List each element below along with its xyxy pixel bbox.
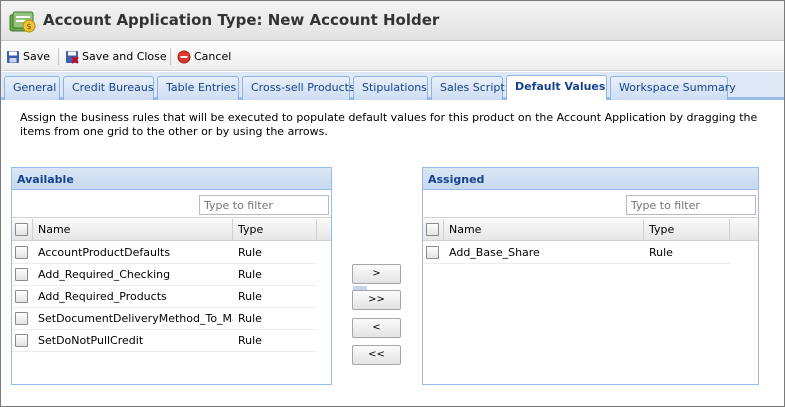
table-row[interactable]: SetDocumentDeliveryMethod_To_Mail Rule xyxy=(12,308,317,330)
tab-table-entries[interactable]: Table Entries xyxy=(157,76,239,100)
table-row[interactable]: SetDoNotPullCredit Rule xyxy=(12,330,317,352)
rule-name: SetDoNotPullCredit xyxy=(38,334,144,347)
table-row[interactable]: AccountProductDefaults Rule xyxy=(12,242,317,264)
tab-sales-script[interactable]: Sales Script xyxy=(431,76,505,100)
svg-text:$: $ xyxy=(26,22,31,31)
rule-type: Rule xyxy=(238,246,262,259)
row-checkbox[interactable] xyxy=(15,312,28,325)
move-right-button[interactable]: > xyxy=(352,264,401,284)
account-application-icon: $ xyxy=(9,11,36,33)
type-column-header[interactable]: Type xyxy=(233,219,317,241)
instructions-text: Assign the business rules that will be e… xyxy=(20,111,758,138)
save-and-close-button[interactable]: Save and Close xyxy=(65,47,167,66)
select-all-checkbox[interactable] xyxy=(15,223,28,236)
type-column-header[interactable]: Type xyxy=(644,219,730,241)
available-grid: Available Name Type AccountProductDefaul… xyxy=(11,167,332,385)
table-row[interactable]: Add_Base_Share Rule xyxy=(423,242,730,264)
save-and-close-label: Save and Close xyxy=(82,50,167,63)
tab-workspace-summary[interactable]: Workspace Summary xyxy=(610,76,736,100)
rule-type: Rule xyxy=(238,268,262,281)
tab-default-values[interactable]: Default Values xyxy=(506,75,607,101)
toolbar-divider xyxy=(170,48,171,65)
select-all-column xyxy=(423,219,444,241)
tab-cross-sell-products[interactable]: Cross-sell Products xyxy=(242,76,355,100)
rule-name: Add_Required_Checking xyxy=(38,268,171,281)
tab-stipulations[interactable]: Stipulations xyxy=(353,76,428,100)
default-values-panel: Assign the business rules that will be e… xyxy=(1,100,784,406)
available-filter-input[interactable] xyxy=(199,195,329,215)
available-grid-title: Available xyxy=(12,168,331,190)
row-checkbox[interactable] xyxy=(15,334,28,347)
move-left-button[interactable]: < xyxy=(352,318,401,338)
row-checkbox[interactable] xyxy=(15,246,28,259)
move-all-right-button[interactable]: >> xyxy=(352,290,401,310)
application-window: $ Account Application Type: New Account … xyxy=(0,0,785,407)
rule-type: Rule xyxy=(238,290,262,303)
assigned-grid: Assigned Name Type Add_Base_Share Rule xyxy=(422,167,759,385)
rule-type: Rule xyxy=(649,246,673,259)
select-all-checkbox[interactable] xyxy=(426,223,439,236)
name-column-header[interactable]: Name xyxy=(33,219,233,241)
tab-general[interactable]: General xyxy=(4,76,60,100)
table-row[interactable]: Add_Required_Products Rule xyxy=(12,286,317,308)
available-filter-bar xyxy=(12,191,331,218)
assigned-grid-header: Name Type xyxy=(423,219,758,241)
tab-credit-bureaus[interactable]: Credit Bureaus xyxy=(63,76,154,100)
name-column-header[interactable]: Name xyxy=(444,219,644,241)
window-title: Account Application Type: New Account Ho… xyxy=(43,11,440,29)
available-grid-header: Name Type xyxy=(12,219,331,241)
toolbar-divider xyxy=(58,48,59,65)
row-checkbox[interactable] xyxy=(426,246,439,259)
row-checkbox[interactable] xyxy=(15,268,28,281)
row-checkbox[interactable] xyxy=(15,290,28,303)
select-all-column xyxy=(12,219,33,241)
cancel-button[interactable]: Cancel xyxy=(177,47,231,66)
cancel-icon xyxy=(177,50,191,63)
save-icon xyxy=(7,50,19,63)
assigned-grid-title: Assigned xyxy=(423,168,758,190)
rule-name: Add_Required_Products xyxy=(38,290,167,303)
rule-type: Rule xyxy=(238,334,262,347)
rule-name: Add_Base_Share xyxy=(449,246,540,259)
save-and-close-icon xyxy=(66,50,79,64)
tab-bar: General Credit Bureaus Table Entries Cro… xyxy=(1,72,784,101)
assigned-filter-bar xyxy=(423,191,758,218)
cancel-label: Cancel xyxy=(194,50,232,63)
assigned-filter-input[interactable] xyxy=(626,195,756,215)
move-all-left-button[interactable]: << xyxy=(352,345,401,365)
rule-name: AccountProductDefaults xyxy=(38,246,171,259)
rule-type: Rule xyxy=(238,312,262,325)
toolbar: Save Save and Close Cancel xyxy=(1,42,784,71)
rule-name: SetDocumentDeliveryMethod_To_Mail xyxy=(38,312,233,325)
save-label: Save xyxy=(23,50,51,63)
table-row[interactable]: Add_Required_Checking Rule xyxy=(12,264,317,286)
title-bar: $ Account Application Type: New Account … xyxy=(1,1,784,41)
save-button[interactable]: Save xyxy=(6,47,50,66)
